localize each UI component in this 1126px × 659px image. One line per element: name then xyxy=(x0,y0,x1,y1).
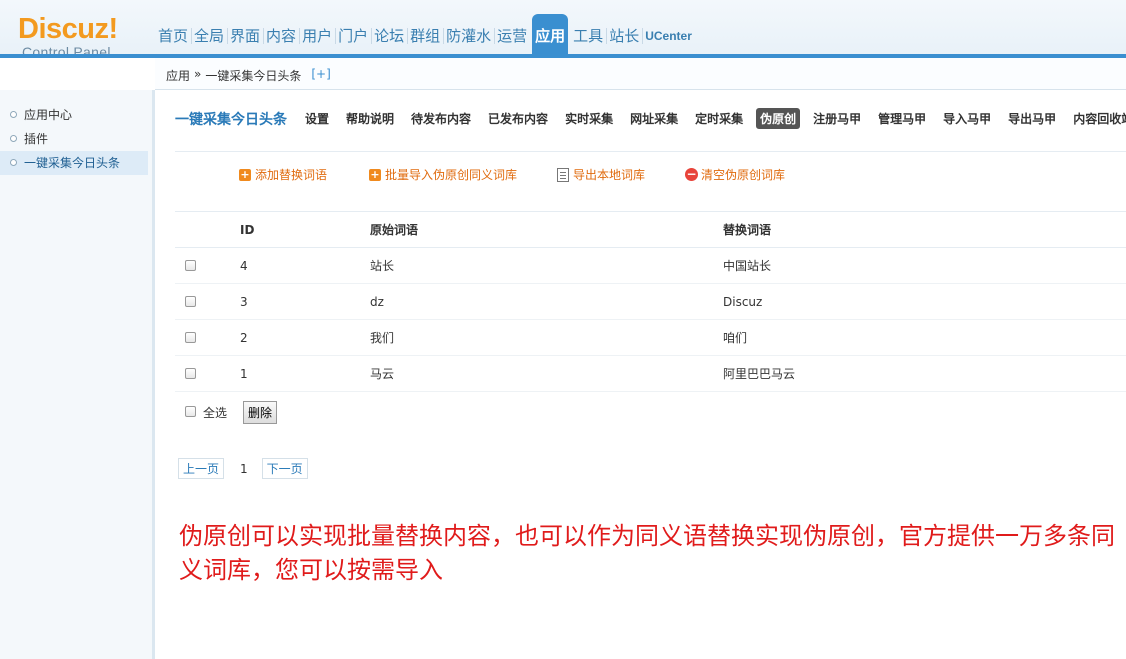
row-replacement-word: 阿里巴巴马云 xyxy=(723,367,796,381)
tab-settings[interactable]: 设置 xyxy=(301,108,333,129)
header: Discuz! Control Panel 首页 全局 界面 内容 用户 门户 … xyxy=(0,0,1126,60)
sidebar-item-label: 一键采集今日头条 xyxy=(24,156,121,170)
tab-url-collect[interactable]: 网址采集 xyxy=(626,108,682,129)
plus-icon: + xyxy=(369,167,382,181)
sidebar-item-label: 插件 xyxy=(24,132,49,146)
divider xyxy=(175,151,1126,152)
bullet-icon xyxy=(10,135,17,142)
nav-tools[interactable]: 工具 xyxy=(570,14,606,54)
main-content: 一键采集今日头条 设置 帮助说明 待发布内容 已发布内容 实时采集 网址采集 定… xyxy=(155,91,1126,659)
tab-export-alias[interactable]: 导出马甲 xyxy=(1004,108,1060,129)
table-row: 3 dz Discuz xyxy=(175,284,1126,320)
table-row: 2 我们 咱们 xyxy=(175,320,1126,356)
delete-button[interactable]: 删除 xyxy=(243,401,278,424)
tab-pseudo-original[interactable]: 伪原创 xyxy=(756,108,801,129)
nav-anti-spam[interactable]: 防灌水 xyxy=(443,14,494,54)
row-checkbox[interactable] xyxy=(185,259,196,271)
nav-founder[interactable]: 站长 xyxy=(606,14,642,54)
table-row: 1 马云 阿里巴巴马云 xyxy=(175,356,1126,392)
table-row: 4 站长 中国站长 xyxy=(175,248,1126,284)
breadcrumb-separator: » xyxy=(194,67,202,81)
bullet-icon xyxy=(10,159,17,166)
sidebar-item-label: 应用中心 xyxy=(24,108,73,122)
select-all-label: 全选 xyxy=(203,406,228,420)
export-dictionary-label: 导出本地词库 xyxy=(573,168,646,182)
row-original-word: dz xyxy=(370,295,384,309)
sidebar: 应用中心 插件 一键采集今日头条 xyxy=(0,90,155,659)
tab-recycle-bin[interactable]: 内容回收站 xyxy=(1069,108,1126,129)
add-word-link[interactable]: + 添加替换词语 xyxy=(239,166,327,183)
table-header: ID 原始词语 替换词语 xyxy=(175,211,1126,248)
tab-realtime-collect[interactable]: 实时采集 xyxy=(561,108,617,129)
nav-global[interactable]: 全局 xyxy=(191,14,227,54)
breadcrumb-root[interactable]: 应用 xyxy=(166,67,190,84)
add-word-label: 添加替换词语 xyxy=(255,168,328,182)
word-table: ID 原始词语 替换词语 4 站长 中国站长 3 dz Discuz 2 我们 … xyxy=(175,211,1126,392)
nav-apps[interactable]: 应用 xyxy=(532,14,569,54)
action-bar: + 添加替换词语 + 批量导入伪原创同义词库 导出本地词库 − 清空伪原创词库 xyxy=(239,166,785,183)
nav-group[interactable]: 群组 xyxy=(407,14,443,54)
tab-scheduled-collect[interactable]: 定时采集 xyxy=(691,108,747,129)
prev-page-button[interactable]: 上一页 xyxy=(178,458,225,479)
nav-operation[interactable]: 运营 xyxy=(494,14,530,54)
export-dictionary-link[interactable]: 导出本地词库 xyxy=(557,166,645,183)
nav-portal[interactable]: 门户 xyxy=(335,14,371,54)
row-checkbox[interactable] xyxy=(185,367,196,379)
logo-word: Discuz! xyxy=(18,13,118,45)
nav-user[interactable]: 用户 xyxy=(299,14,335,54)
row-replacement-word: 中国站长 xyxy=(723,259,772,273)
row-original-word: 站长 xyxy=(370,259,395,273)
batch-import-label: 批量导入伪原创同义词库 xyxy=(385,168,518,182)
breadcrumb: 应用 » 一键采集今日头条 [+] xyxy=(155,58,1126,90)
tab-help[interactable]: 帮助说明 xyxy=(342,108,398,129)
row-original-word: 马云 xyxy=(370,367,395,381)
plugin-subnav: 一键采集今日头条 设置 帮助说明 待发布内容 已发布内容 实时采集 网址采集 定… xyxy=(175,108,1126,129)
pagination: 上一页 1 下一页 xyxy=(178,458,308,479)
current-page: 1 xyxy=(240,461,248,476)
tab-published-content[interactable]: 已发布内容 xyxy=(484,108,552,129)
nav-content[interactable]: 内容 xyxy=(263,14,299,54)
row-id: 2 xyxy=(240,331,248,345)
plugin-title: 一键采集今日头条 xyxy=(175,111,287,128)
nav-home[interactable]: 首页 xyxy=(155,14,191,54)
row-id: 1 xyxy=(240,367,248,381)
nav-ucenter[interactable]: UCenter xyxy=(642,14,695,54)
plus-icon: + xyxy=(239,167,251,181)
sidebar-item-app-center[interactable]: 应用中心 xyxy=(0,103,152,127)
row-replacement-word: Discuz xyxy=(723,295,763,309)
remove-icon: − xyxy=(685,167,699,181)
bullet-icon xyxy=(10,111,17,118)
select-all-checkbox[interactable] xyxy=(185,405,196,417)
next-page-button[interactable]: 下一页 xyxy=(261,458,308,479)
document-icon xyxy=(557,167,570,182)
row-original-word: 我们 xyxy=(370,331,395,345)
clear-dictionary-link[interactable]: − 清空伪原创词库 xyxy=(685,166,785,183)
row-checkbox[interactable] xyxy=(185,295,196,307)
sidebar-item-plugins[interactable]: 插件 xyxy=(0,127,152,151)
breadcrumb-current: 一键采集今日头条 xyxy=(205,69,302,83)
nav-style[interactable]: 界面 xyxy=(227,14,263,54)
row-checkbox[interactable] xyxy=(185,331,196,343)
sidebar-item-toutiao-collector[interactable]: 一键采集今日头条 xyxy=(0,151,148,175)
annotation-note: 伪原创可以实现批量替换内容，也可以作为同义语替换实现伪原创，官方提供一万多条同义… xyxy=(179,522,1115,584)
row-id: 4 xyxy=(240,259,248,273)
tab-import-alias[interactable]: 导入马甲 xyxy=(939,108,995,129)
column-header-replacement: 替换词语 xyxy=(723,223,772,237)
tab-register-alias[interactable]: 注册马甲 xyxy=(809,108,865,129)
tab-pending-content[interactable]: 待发布内容 xyxy=(407,108,475,129)
column-header-id: ID xyxy=(240,223,255,237)
row-replacement-word: 咱们 xyxy=(723,331,748,345)
clear-dictionary-label: 清空伪原创词库 xyxy=(701,168,786,182)
add-to-favorites-button[interactable]: [+] xyxy=(311,67,330,84)
top-nav: 首页 全局 界面 内容 用户 门户 论坛 群组 防灌水 运营 应用 工具 站长 … xyxy=(155,14,695,57)
nav-forum[interactable]: 论坛 xyxy=(371,14,407,54)
tab-manage-alias[interactable]: 管理马甲 xyxy=(874,108,930,129)
batch-import-link[interactable]: + 批量导入伪原创同义词库 xyxy=(369,166,517,183)
row-id: 3 xyxy=(240,295,248,309)
column-header-original: 原始词语 xyxy=(370,223,419,237)
table-footer: 全选 删除 xyxy=(185,401,278,424)
